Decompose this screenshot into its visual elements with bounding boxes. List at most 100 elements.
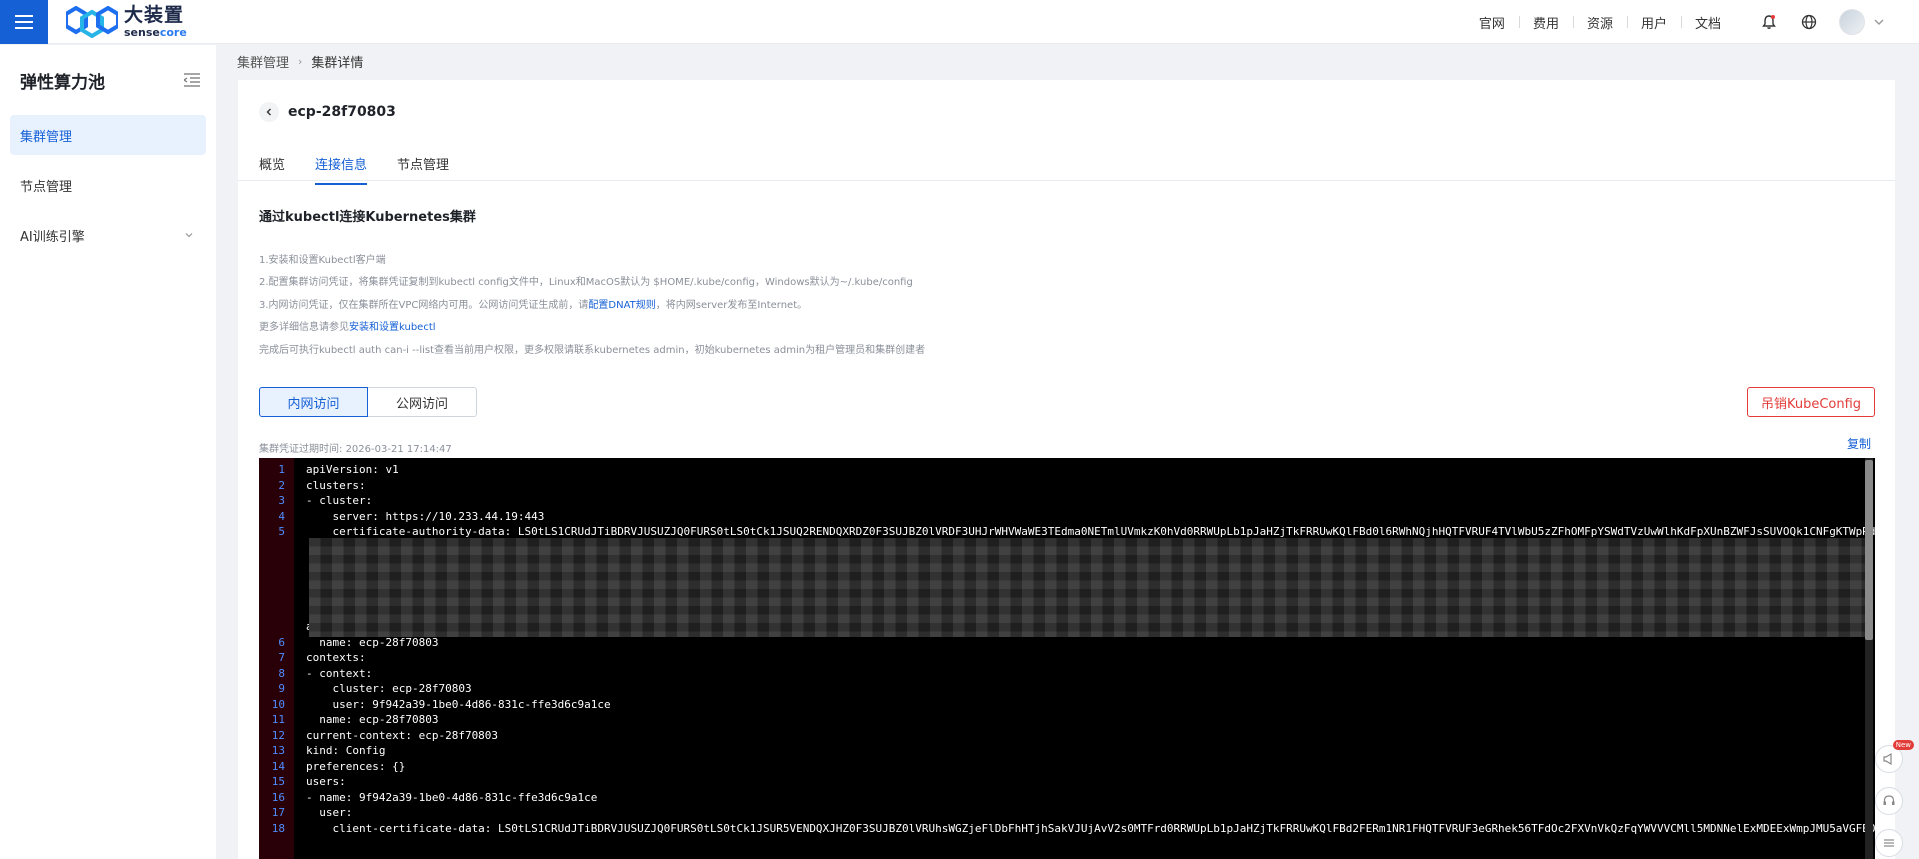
- breadcrumb-separator-icon: ›: [298, 55, 303, 68]
- line-number: 10: [271, 697, 285, 711]
- code-line: 5 certificate-authority-data: LS0tLS1CRU…: [259, 524, 1875, 539]
- chevron-left-icon: [266, 108, 271, 116]
- line-number: 16: [271, 790, 285, 804]
- line-number: 8: [278, 666, 285, 680]
- code-text: preferences: {}: [306, 759, 406, 773]
- new-badge: New: [1892, 740, 1914, 750]
- internal-access-button[interactable]: 内网访问: [259, 387, 368, 417]
- line-number: 3: [278, 494, 285, 507]
- sidebar-item-ai-training-engine[interactable]: AI训练引擎: [10, 215, 206, 255]
- page-header: ecp-28f70803: [259, 102, 396, 122]
- code-line: 3 - cluster:: [259, 493, 1859, 508]
- megaphone-icon: [1883, 752, 1892, 766]
- language-button[interactable]: [1789, 0, 1829, 44]
- dnat-rule-link[interactable]: 配置DNAT规则: [588, 300, 655, 311]
- breadcrumb: 集群管理 › 集群详情: [237, 52, 363, 71]
- code-line: 10 user: 9f942a39-1be0-4d86-831c-ffe3d6c…: [259, 697, 1859, 712]
- collapse-sidebar-icon[interactable]: [184, 73, 200, 87]
- code-line: 11 name: ecp-28f70803: [259, 712, 1859, 727]
- code-text: name: ecp-28f70803: [306, 713, 439, 726]
- code-text: clusters:: [306, 478, 366, 492]
- redacted-certificate-data: [309, 538, 1869, 637]
- sidebar-item-label: 节点管理: [20, 179, 73, 195]
- line-number: 9: [278, 682, 285, 695]
- section-title: 通过kubectl连接Kubernetes集群: [259, 210, 476, 225]
- bell-icon: [1762, 15, 1776, 29]
- kubeconfig-code-block: 1 apiVersion: v1 2 clusters: 3 - cluster: 4 se…: [259, 458, 1875, 859]
- code-text: server: https://10.233.44.19:443: [306, 509, 545, 523]
- code-line: 2 clusters:: [259, 478, 1859, 493]
- line-number: 18: [271, 821, 285, 835]
- revoke-kubeconfig-button[interactable]: 吊销KubeConfig: [1747, 387, 1875, 417]
- avatar: [1839, 9, 1865, 35]
- sidebar-title: 弹性算力池: [20, 72, 105, 93]
- code-text: user: 9f942a39-1be0-4d86-831c-ffe3d6c9a1…: [306, 697, 611, 711]
- page-title: ecp-28f70803: [288, 104, 396, 120]
- sidebar-header: 弹性算力池: [0, 45, 216, 115]
- code-line: 16 - name: 9f942a39-1be0-4d86-831c-ffe3d6…: [259, 790, 1859, 805]
- code-line: 9 cluster: ecp-28f70803: [259, 681, 1859, 696]
- code-line: 18 client-certificate-data: LS0tLS1CRUdJ…: [259, 821, 1875, 836]
- code-line: 8 - context:: [259, 666, 1859, 681]
- line-number: 15: [271, 775, 285, 788]
- code-text: - cluster:: [306, 494, 373, 507]
- public-access-button[interactable]: 公网访问: [368, 387, 477, 417]
- line-number: 14: [271, 759, 285, 773]
- line-number: 4: [278, 509, 285, 523]
- user-menu[interactable]: [1839, 9, 1885, 35]
- top-link-billing[interactable]: 费用: [1518, 13, 1573, 32]
- code-text: cluster: ecp-28f70803: [306, 682, 472, 695]
- line-number: 2: [278, 478, 285, 492]
- detail-card: ecp-28f70803 概览 连接信息 节点管理 通过kubectl连接Kub…: [238, 80, 1895, 859]
- top-link-docs[interactable]: 文档: [1680, 13, 1735, 32]
- line-number: 5: [278, 525, 285, 538]
- chevron-down-icon: [1874, 19, 1884, 25]
- sidebar-item-node-management[interactable]: 节点管理: [10, 165, 206, 205]
- sidebar-item-label: AI训练引擎: [20, 229, 85, 245]
- menu-float-button[interactable]: [1875, 829, 1903, 857]
- back-button[interactable]: [259, 102, 279, 122]
- code-text: - context:: [306, 666, 373, 680]
- install-kubectl-link[interactable]: 安装和设置kubectl: [349, 322, 436, 333]
- sidebar-item-cluster-management[interactable]: 集群管理: [10, 115, 206, 155]
- code-line: 4 server: https://10.233.44.19:443: [259, 509, 1859, 524]
- copy-button[interactable]: 复制: [1847, 435, 1871, 452]
- breadcrumb-current: 集群详情: [311, 56, 364, 71]
- code-line: 15 users:: [259, 774, 1859, 789]
- brand-name: 大装置: [124, 3, 185, 26]
- brand-logo[interactable]: 大装置 sensecore: [64, 3, 187, 39]
- line-number: 17: [271, 806, 285, 819]
- code-line: 14 preferences: {}: [259, 759, 1859, 774]
- menu-icon: [15, 14, 33, 29]
- line-number: 12: [271, 728, 285, 742]
- instruction-step-3: 3.内网访问凭证，仅在集群所在VPC网络内可用。公网访问凭证生成前，请配置DNA…: [259, 300, 808, 311]
- code-scrollbar-thumb[interactable]: [1865, 460, 1873, 640]
- instruction-step-2: 2.配置集群访问凭证，将集群凭证复制到kubectl config文件中，Lin…: [259, 277, 913, 288]
- code-line: 7 contexts:: [259, 650, 1859, 665]
- code-text: certificate-authority-data: LS0tLS1CRUdJ…: [332, 525, 1875, 538]
- list-icon: [1884, 839, 1894, 847]
- top-link-resources[interactable]: 资源: [1572, 13, 1627, 32]
- code-line: 12 current-context: ecp-28f70803: [259, 728, 1859, 743]
- sidebar-item-label: 集群管理: [20, 129, 73, 145]
- floating-toolbar: New: [1875, 740, 1915, 859]
- code-text: current-context: ecp-28f70803: [306, 728, 499, 742]
- menu-button[interactable]: [0, 0, 48, 44]
- brand-sub: sensecore: [124, 25, 187, 39]
- support-button[interactable]: [1875, 787, 1903, 815]
- credential-expiry: 集群凭证过期时间: 2026-03-21 17:14:47: [259, 444, 452, 455]
- top-link-users[interactable]: 用户: [1626, 13, 1681, 32]
- top-bar: 大装置 sensecore 官网 费用 资源 用户 文档: [0, 0, 1919, 44]
- announcement-button[interactable]: New: [1875, 740, 1914, 773]
- logo-mark-icon: [64, 5, 120, 38]
- code-text: apiVersion: v1: [306, 463, 399, 476]
- line-number: 7: [278, 651, 285, 664]
- notification-button[interactable]: [1749, 0, 1789, 44]
- code-line: 1 apiVersion: v1: [259, 462, 1859, 477]
- code-text: user:: [306, 806, 353, 819]
- code-line: 13 kind: Config: [259, 743, 1859, 758]
- breadcrumb-parent[interactable]: 集群管理: [237, 52, 289, 71]
- line-number: 6: [278, 635, 285, 649]
- code-text: client-certificate-data: LS0tLS1CRUdJTiB…: [332, 821, 1875, 835]
- top-link-website[interactable]: 官网: [1465, 13, 1519, 32]
